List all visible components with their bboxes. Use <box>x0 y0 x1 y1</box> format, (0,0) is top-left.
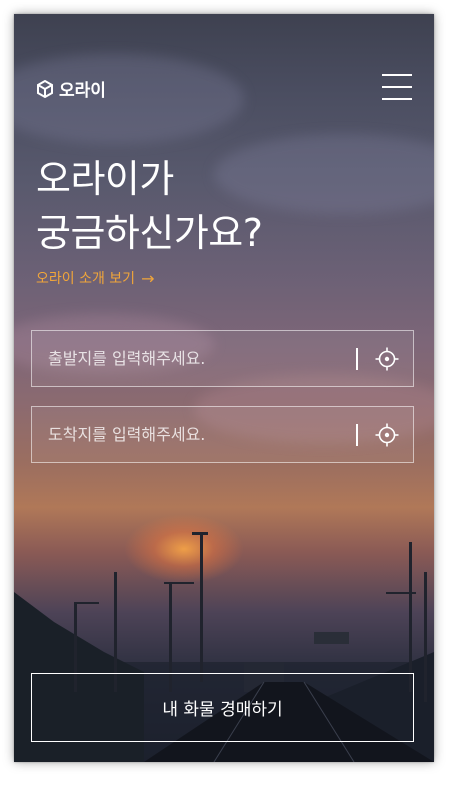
intro-link-label: 오라이 소개 보기 <box>36 271 136 287</box>
app-screen: 오라이 오라이가 궁금하신가요? 오라이 소개 보기 → 출발지를 입력해주세요… <box>14 14 434 762</box>
hamburger-menu-icon[interactable] <box>382 74 412 102</box>
logo-text: 오라이 <box>59 81 106 101</box>
departure-field <box>31 330 414 387</box>
destination-input[interactable] <box>32 407 352 462</box>
cube-icon <box>37 79 53 98</box>
destination-field <box>31 406 414 463</box>
intro-link[interactable]: 오라이 소개 보기 → <box>36 268 154 288</box>
crosshair-locate-icon[interactable] <box>375 347 399 371</box>
crosshair-locate-icon[interactable] <box>375 423 399 447</box>
app-logo[interactable]: 오라이 <box>36 76 106 101</box>
arrow-right-icon: → <box>141 268 155 288</box>
top-bar: 오라이 <box>36 74 412 104</box>
departure-input[interactable] <box>32 331 352 386</box>
field-divider <box>356 348 358 370</box>
page-title: 오라이가 궁금하신가요? <box>36 157 263 255</box>
auction-cargo-button[interactable]: 내 화물 경매하기 <box>31 673 414 742</box>
field-divider <box>356 424 358 446</box>
